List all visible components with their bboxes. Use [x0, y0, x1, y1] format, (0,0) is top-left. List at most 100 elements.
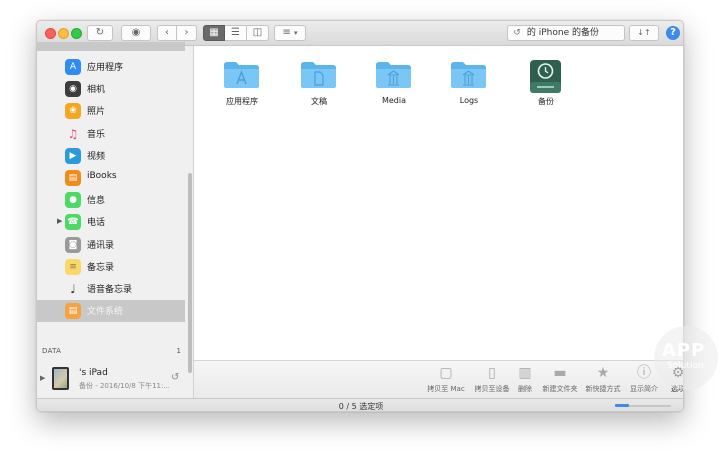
- copy-to-mac-icon: ▢: [439, 365, 453, 381]
- sidebar-item-voice-memos[interactable]: ♩ 语音备忘录: [37, 278, 185, 300]
- action-copy-to-mac[interactable]: ▢ 拷贝至 Mac: [422, 364, 470, 397]
- watermark-logo: APP Solution: [654, 326, 718, 390]
- app-folder-icon: [223, 60, 260, 89]
- history-icon: ↺: [513, 28, 521, 38]
- documents-folder-icon: [300, 60, 337, 89]
- transfer-icon: ↓↑: [637, 28, 651, 37]
- action-bar: ▢拷贝至 Mac▯拷贝至设备▥删除▬新建文件夹★新快捷方式ⓘ显示简介⚙选项: [194, 360, 683, 398]
- voice-memos-icon: ♩: [70, 282, 76, 296]
- sidebar-item-videos[interactable]: ▶ 视频: [37, 145, 185, 167]
- sidebar-item-phone[interactable]: ▶ ☎ 电话: [37, 211, 185, 233]
- status-bar: 0 / 5 选定项: [37, 398, 683, 411]
- sidebar-item-label: 电话: [87, 218, 106, 229]
- action-label: 新建文件夹: [542, 385, 578, 393]
- minimize-window-button[interactable]: [58, 28, 69, 39]
- sidebar-item-label: 语音备忘录: [87, 285, 133, 295]
- transfer-button[interactable]: ↓↑: [629, 25, 659, 41]
- folder-item[interactable]: Logs: [439, 60, 499, 120]
- sidebar-item-label: 通讯录: [87, 240, 115, 251]
- ipad-backup-date: 备份 - 2016/10/8 下午11:...: [79, 382, 169, 390]
- close-window-button[interactable]: [45, 28, 56, 39]
- media-folder-icon: [375, 60, 412, 89]
- zoom-slider-fill[interactable]: [615, 404, 629, 407]
- logs-folder-icon: [450, 60, 487, 89]
- sidebar-item-contacts[interactable]: ◙ 通讯录: [37, 234, 185, 256]
- sidebar-item-music[interactable]: ♫ 音乐: [37, 123, 185, 145]
- data-section-title: DATA: [42, 347, 62, 355]
- new-folder-icon: ▬: [553, 365, 567, 381]
- backup-history-icon[interactable]: ↺: [171, 372, 179, 383]
- folder-item[interactable]: 应用程序: [212, 60, 272, 120]
- folder-label: Logs: [459, 96, 479, 105]
- selection-status: 0 / 5 选定项: [338, 402, 384, 411]
- sidebar-item-photos[interactable]: ❀ 照片: [37, 100, 185, 122]
- sidebar-item-app-store[interactable]: A 应用程序: [37, 56, 185, 78]
- icon-view-button[interactable]: ▦: [203, 25, 225, 41]
- watermark-line1: APP: [662, 340, 706, 361]
- sidebar: DATA 1 ▶ 's iPad 备份 - 2016/10/8 下午11:...…: [37, 42, 194, 411]
- sidebar-item-label: iBooks: [87, 171, 117, 181]
- sidebar-item-file-system[interactable]: ▤ 文件系统: [37, 300, 185, 323]
- action-label: 拷贝至 Mac: [427, 385, 465, 393]
- sidebar-item-messages[interactable]: ● 信息: [37, 189, 185, 211]
- forward-button[interactable]: ›: [177, 25, 197, 41]
- sidebar-item-camera[interactable]: ◉ 相机: [37, 78, 185, 100]
- refresh-button[interactable]: ↻: [87, 25, 113, 41]
- data-section-count: 1: [176, 347, 181, 355]
- refresh-icon: ↻: [95, 27, 105, 38]
- grid-icon: ▦: [209, 27, 219, 38]
- action-new-folder[interactable]: ▬ 新建文件夹: [536, 364, 584, 397]
- disclosure-triangle-icon[interactable]: ▶: [57, 217, 62, 225]
- sidebar-item-label: 文件系统: [87, 307, 124, 318]
- list-view-button[interactable]: ☰: [225, 25, 247, 41]
- columns-icon: ◫: [252, 27, 263, 38]
- folder-label: 应用程序: [226, 97, 258, 106]
- watermark-line2: Solution: [667, 361, 704, 371]
- device-title-text: 的 iPhone 的备份: [526, 28, 599, 38]
- sidebar-item-label: 音乐: [87, 129, 106, 140]
- disclosure-triangle-icon[interactable]: ▶: [40, 374, 45, 382]
- maximize-window-button[interactable]: [71, 28, 82, 39]
- list-icon: ☰: [231, 27, 240, 38]
- arrange-menu-button[interactable]: ≡ ▾: [274, 25, 306, 41]
- sidebar-item-label: 备忘录: [87, 262, 115, 273]
- ibooks-icon: ▤: [65, 170, 81, 186]
- data-section-header: DATA 1: [37, 346, 185, 360]
- app-store-icon: A: [65, 59, 81, 75]
- folder-label: Media: [381, 96, 407, 105]
- camera-icon: ◉: [65, 81, 81, 98]
- help-button[interactable]: ?: [666, 26, 680, 40]
- videos-icon: ▶: [65, 147, 81, 164]
- ipad-name: 's iPad: [79, 368, 108, 378]
- folder-item[interactable]: 备份: [516, 60, 576, 120]
- phone-icon: ☎: [65, 214, 81, 231]
- file-system-icon: ▤: [65, 303, 81, 320]
- sidebar-item-label: 照片: [87, 107, 106, 118]
- back-button[interactable]: ‹: [157, 25, 177, 41]
- sidebar-item-scrolled[interactable]: [37, 42, 185, 51]
- backup-icon: [527, 60, 564, 93]
- main-window: ↻ ◉ ‹ › ▦ ☰ ◫ ≡ ▾ ↺ 的 iPhone 的备份 ↓↑ ? DA…: [36, 20, 684, 412]
- folder-label: 备份: [538, 97, 554, 106]
- folder-label: 文稿: [311, 97, 327, 106]
- chevron-down-icon: ▾: [294, 29, 298, 37]
- eye-icon: ◉: [131, 27, 141, 38]
- sidebar-item-label: 相机: [87, 85, 106, 96]
- sidebar-item-ibooks[interactable]: ▤ iBooks: [37, 167, 185, 189]
- messages-icon: ●: [65, 192, 81, 209]
- sidebar-scrollbar-thumb[interactable]: [188, 173, 192, 373]
- sidebar-item-label: 应用程序: [87, 63, 124, 73]
- column-view-button[interactable]: ◫: [247, 25, 269, 41]
- folder-item[interactable]: Media: [364, 60, 424, 120]
- device-selector[interactable]: ↺ 的 iPhone 的备份: [507, 25, 625, 41]
- folder-item[interactable]: 文稿: [289, 60, 349, 120]
- music-icon: ♫: [67, 126, 79, 141]
- ipad-device-item[interactable]: ▶ 's iPad 备份 - 2016/10/8 下午11:... ↺: [37, 364, 193, 394]
- contacts-icon: ◙: [65, 236, 81, 253]
- ipad-thumbnail: [52, 367, 69, 390]
- chevron-right-icon: ›: [184, 27, 189, 38]
- preview-button[interactable]: ◉: [121, 25, 151, 41]
- file-browser: 应用程序 文稿 Media Logs 备份: [194, 46, 683, 360]
- sidebar-item-notes[interactable]: ≡ 备忘录: [37, 256, 185, 278]
- chevron-left-icon: ‹: [165, 27, 169, 38]
